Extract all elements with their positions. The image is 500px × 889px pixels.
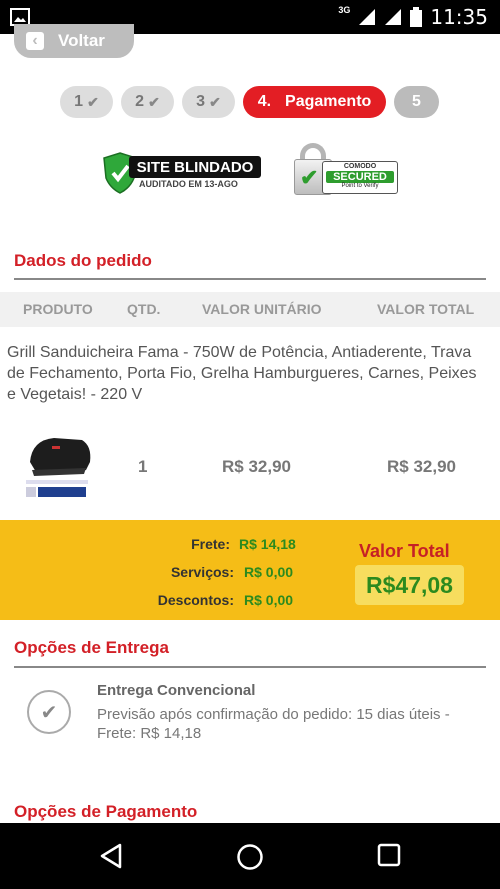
battery-icon <box>410 7 423 27</box>
order-section-title: Dados do pedido <box>14 251 152 270</box>
valor-total-label: Valor Total <box>359 541 450 561</box>
descontos-value: R$ 0,00 <box>244 592 294 608</box>
signal-icon <box>359 9 376 25</box>
order-totals: Frete: R$ 14,18 Serviços: R$ 0,00 Descon… <box>0 520 500 620</box>
frete-label: Frete: <box>191 536 230 552</box>
delivery-section-title: Opções de Entrega <box>14 638 169 657</box>
comodo-caption: Point to Verify <box>341 183 379 189</box>
product-total-price: R$ 32,90 <box>387 457 456 476</box>
step-number: 2 <box>135 93 145 110</box>
home-nav-icon[interactable] <box>236 843 264 871</box>
step-number: 4. <box>257 93 272 110</box>
product-name: Grill Sanduicheira Fama - 750W de Potênc… <box>7 344 477 403</box>
site-blindado-badge[interactable]: SITE BLINDADO AUDITADO EM 13-AGO <box>103 152 261 194</box>
col-qtd: QTD. <box>127 301 161 317</box>
col-produto: PRODUTO <box>23 301 93 317</box>
comodo-brand: COMODO <box>343 163 377 170</box>
comodo-status: SECURED <box>326 171 394 183</box>
delivery-option-title[interactable]: Entrega Convencional <box>97 682 255 699</box>
check-icon: ✔ <box>40 701 58 724</box>
comodo-secured-badge[interactable]: ✔ COMODO SECURED Point to Verify <box>292 141 398 197</box>
servicos-label: Serviços: <box>170 564 234 580</box>
frete-value: R$ 14,18 <box>239 536 296 552</box>
step-1[interactable]: 1 ✔ <box>60 86 113 118</box>
blindado-title: SITE BLINDADO <box>129 156 261 178</box>
delivery-option-radio[interactable]: ✔ <box>27 690 71 734</box>
checkout-stepper: 1 ✔ 2 ✔ 3 ✔ 4. Pagamento 5 <box>60 86 439 118</box>
check-icon: ✔ <box>148 93 160 110</box>
divider <box>14 278 486 280</box>
step-3[interactable]: 3 ✔ <box>182 86 235 118</box>
network-type: 3G <box>338 5 351 15</box>
order-table-header: PRODUTO QTD. VALOR UNITÁRIO VALOR TOTAL <box>0 292 500 327</box>
step-2[interactable]: 2 ✔ <box>121 86 174 118</box>
check-icon: ✔ <box>209 93 221 110</box>
col-valor-total: VALOR TOTAL <box>377 301 475 317</box>
descontos-label: Descontos: <box>157 592 234 608</box>
android-nav-bar <box>0 823 500 889</box>
cell-signal-icon <box>385 9 402 25</box>
back-nav-icon[interactable] <box>99 843 123 869</box>
check-icon: ✔ <box>87 93 99 110</box>
step-number: 3 <box>196 93 206 110</box>
valor-total-value: R$47,08 <box>355 565 464 605</box>
payment-section-title: Opções de Pagamento <box>14 802 198 821</box>
comodo-label: COMODO SECURED Point to Verify <box>322 161 398 194</box>
step-number: 1 <box>74 93 84 110</box>
product-unit-price: R$ 32,90 <box>222 457 291 476</box>
back-button-label: Voltar <box>58 31 105 50</box>
recents-nav-icon[interactable] <box>377 843 401 867</box>
divider <box>14 666 486 668</box>
step-4-active[interactable]: 4. Pagamento <box>243 86 386 118</box>
clock: 11:35 <box>430 5 488 29</box>
product-image <box>26 438 91 497</box>
col-valor-unitario: VALOR UNITÁRIO <box>202 301 322 317</box>
chevron-left-icon: ‹ <box>26 32 44 50</box>
product-quantity: 1 <box>138 457 148 476</box>
servicos-value: R$ 0,00 <box>244 564 294 580</box>
back-button[interactable]: ‹ Voltar <box>14 24 134 58</box>
delivery-option-description: Previsão após confirmação do pedido: 15 … <box>97 706 450 742</box>
step-number: 5 <box>412 93 421 110</box>
step-5: 5 <box>394 86 439 118</box>
blindado-subtitle: AUDITADO EM 13-AGO <box>139 179 238 189</box>
step-label: Pagamento <box>285 93 372 110</box>
check-icon: ✔ <box>300 165 319 190</box>
